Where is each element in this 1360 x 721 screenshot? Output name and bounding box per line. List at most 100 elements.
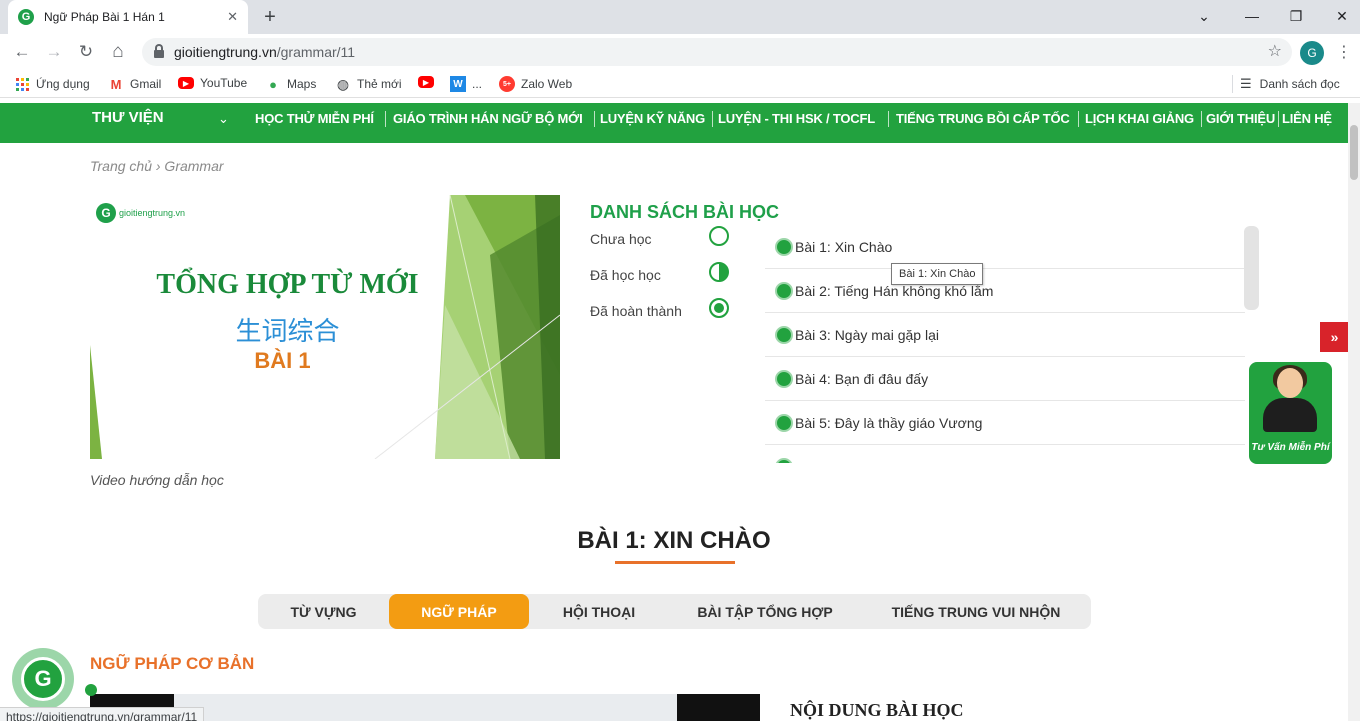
new-tab-button[interactable]: + bbox=[258, 5, 282, 29]
tab-conversation[interactable]: HỘI THOẠI bbox=[529, 594, 669, 629]
site-favicon-icon: G bbox=[18, 9, 34, 25]
bookmark-new-tab[interactable]: ◍ Thẻ mới bbox=[335, 76, 402, 92]
nav-item-free-trial[interactable]: HỌC THỬ MIỄN PHÍ bbox=[255, 111, 374, 126]
site-main-nav: THƯ VIỆN ⌄ HỌC THỬ MIỄN PHÍ GIÁO TRÌNH H… bbox=[0, 103, 1348, 143]
lesson-label: Bài 4: Bạn đi đâu đấy bbox=[795, 370, 929, 387]
bookmark-zalo[interactable]: 5+ Zalo Web bbox=[499, 76, 572, 92]
forward-button[interactable]: → bbox=[42, 40, 66, 64]
heading-underline bbox=[615, 561, 735, 564]
lesson-item-partial[interactable] bbox=[765, 445, 1245, 463]
tab-title: Ngữ Pháp Bài 1 Hán 1 bbox=[44, 10, 165, 24]
tab-exercises[interactable]: BÀI TẬP TỔNG HỢP bbox=[669, 594, 861, 629]
status-bar-url: https://gioitiengtrung.vn/grammar/11 bbox=[0, 707, 205, 721]
side-panel-toggle-button[interactable]: » bbox=[1320, 322, 1349, 352]
back-button[interactable]: ← bbox=[10, 40, 34, 64]
browser-tab-active[interactable]: G Ngữ Pháp Bài 1 Hán 1 ✕ bbox=[8, 0, 248, 34]
lesson-item[interactable]: Bài 2: Tiếng Hán không khó lắm bbox=[765, 269, 1245, 313]
nav-item-contact[interactable]: LIÊN HỆ bbox=[1282, 111, 1332, 126]
lesson-label: Bài 5: Đây là thầy giáo Vương bbox=[795, 414, 983, 431]
close-window-button[interactable]: ✕ bbox=[1320, 4, 1360, 28]
lesson-list-title: DANH SÁCH BÀI HỌC bbox=[590, 202, 779, 222]
lesson-video-thumbnail[interactable]: G gioitiengtrung.vn TỔNG HỢP TỪ MỚI 生词综合… bbox=[90, 195, 560, 459]
nav-item-hsk[interactable]: LUYỆN - THI HSK / TOCFL bbox=[718, 111, 875, 126]
nav-item-skills[interactable]: LUYỆN KỸ NĂNG bbox=[600, 111, 705, 126]
hero-logo-text: gioitiengtrung.vn bbox=[119, 208, 186, 218]
video-letterbox-right bbox=[677, 694, 760, 721]
nav-item-schedule[interactable]: LỊCH KHAI GIẢNG bbox=[1085, 111, 1194, 126]
video-progress-marker[interactable] bbox=[85, 684, 97, 696]
zalo-icon: 5+ bbox=[499, 76, 515, 92]
bookmark-label: Gmail bbox=[130, 77, 162, 91]
maps-icon: ● bbox=[269, 76, 277, 92]
reading-list-button[interactable]: ☰ Danh sách đọc bbox=[1240, 76, 1340, 92]
tab-grammar[interactable]: NGỮ PHÁP bbox=[389, 594, 529, 629]
hero-chinese-title: 生词综合 bbox=[235, 316, 340, 346]
bookmark-label: Zalo Web bbox=[521, 77, 573, 91]
lesson-item[interactable]: Bài 5: Đây là thầy giáo Vương bbox=[765, 401, 1245, 445]
lesson-list-scrollbar[interactable] bbox=[1244, 226, 1259, 310]
lesson-list[interactable]: Bài 1: Xin Chào Bài 2: Tiếng Hán không k… bbox=[765, 225, 1245, 463]
reading-list-icon: ☰ bbox=[1240, 76, 1252, 91]
gmail-icon: M bbox=[110, 76, 122, 92]
library-menu[interactable]: THƯ VIỆN bbox=[92, 109, 164, 126]
browser-toolbar: ← → ↻ ⌂ gioitiengtrung.vn/grammar/11 ☆ G… bbox=[0, 34, 1360, 70]
reload-button[interactable]: ↻ bbox=[74, 40, 98, 64]
profile-avatar[interactable]: G bbox=[1300, 41, 1324, 65]
chevron-down-icon[interactable]: ⌄ bbox=[218, 111, 229, 127]
full-circle-icon bbox=[709, 298, 729, 318]
url-host: gioitiengtrung.vn bbox=[174, 44, 277, 60]
nav-divider bbox=[385, 111, 386, 127]
lesson-item[interactable]: Bài 3: Ngày mai gặp lại bbox=[765, 313, 1245, 357]
bookmark-word[interactable]: W ... bbox=[450, 76, 482, 92]
page-scrollbar[interactable] bbox=[1348, 103, 1360, 721]
bookmark-youtube-2[interactable]: ▶ bbox=[418, 76, 440, 88]
completed-circle-icon bbox=[775, 369, 793, 388]
globe-icon: ◍ bbox=[336, 75, 350, 92]
bookmark-label: Maps bbox=[287, 77, 317, 91]
bookmark-label: Thẻ mới bbox=[357, 77, 402, 91]
bookmark-apps[interactable]: Ứng dụng bbox=[14, 76, 90, 92]
tab-fun-chinese[interactable]: TIẾNG TRUNG VUI NHỘN bbox=[861, 594, 1091, 629]
hero-title: TỔNG HỢP TỪ MỚI bbox=[156, 269, 419, 300]
lesson-tabs: TỪ VỰNG NGỮ PHÁP HỘI THOẠI BÀI TẬP TỔNG … bbox=[258, 594, 1091, 629]
bookmark-label: YouTube bbox=[200, 76, 248, 90]
bookmarks-bar: Ứng dụng M Gmail ▶ YouTube ● Maps ◍ Thẻ … bbox=[0, 70, 1360, 98]
lesson-item[interactable]: Bài 1: Xin Chào bbox=[765, 225, 1245, 269]
brand-logo-icon: G bbox=[96, 203, 116, 223]
hero-logo: G gioitiengtrung.vn bbox=[96, 203, 185, 223]
maximize-button[interactable]: ❐ bbox=[1274, 4, 1318, 28]
page-scrollbar-thumb[interactable] bbox=[1350, 125, 1358, 180]
bookmark-star-icon[interactable]: ☆ bbox=[1268, 41, 1282, 61]
empty-circle-icon bbox=[709, 226, 729, 246]
bookmark-maps[interactable]: ● Maps bbox=[265, 76, 316, 92]
free-consult-widget[interactable]: Tư Vấn Miễn Phí bbox=[1249, 362, 1332, 464]
tab-search-icon[interactable]: ⌄ bbox=[1182, 4, 1226, 28]
nav-item-fast-course[interactable]: TIẾNG TRUNG BỒI CẤP TỐC bbox=[896, 111, 1070, 126]
tab-close-icon[interactable]: ✕ bbox=[227, 9, 238, 25]
bookmark-label: ... bbox=[472, 77, 483, 91]
nav-divider bbox=[1278, 111, 1279, 127]
nav-divider bbox=[712, 111, 713, 127]
tab-vocabulary[interactable]: TỪ VỰNG bbox=[258, 594, 389, 629]
word-icon: W bbox=[450, 76, 466, 92]
youtube-icon: ▶ bbox=[178, 77, 194, 89]
minimize-button[interactable]: — bbox=[1230, 4, 1274, 28]
address-bar[interactable]: gioitiengtrung.vn/grammar/11 ☆ bbox=[142, 38, 1292, 66]
nav-item-about[interactable]: GIỚI THIỆU bbox=[1206, 111, 1275, 126]
bookmark-gmail[interactable]: M Gmail bbox=[108, 76, 162, 92]
lock-icon bbox=[154, 44, 164, 58]
bookmark-youtube[interactable]: ▶ YouTube bbox=[178, 76, 247, 90]
floating-brand-button[interactable]: G bbox=[12, 648, 74, 710]
nav-divider bbox=[888, 111, 889, 127]
url-path: /grammar/11 bbox=[276, 44, 356, 60]
home-button[interactable]: ⌂ bbox=[106, 40, 130, 64]
completed-circle-icon bbox=[775, 458, 793, 463]
brand-logo-icon: G bbox=[21, 657, 65, 701]
browser-menu-icon[interactable]: ⋮ bbox=[1334, 40, 1354, 64]
hero-lesson-number: BÀI 1 bbox=[254, 348, 311, 373]
nav-item-curriculum[interactable]: GIÁO TRÌNH HÁN NGỮ BỘ MỚI bbox=[393, 111, 583, 126]
breadcrumb[interactable]: Trang chủ › Grammar bbox=[90, 158, 224, 174]
lesson-item[interactable]: Bài 4: Bạn đi đâu đấy bbox=[765, 357, 1245, 401]
completed-circle-icon bbox=[775, 413, 793, 432]
grammar-basics-heading: NGỮ PHÁP CƠ BẢN bbox=[90, 654, 255, 673]
